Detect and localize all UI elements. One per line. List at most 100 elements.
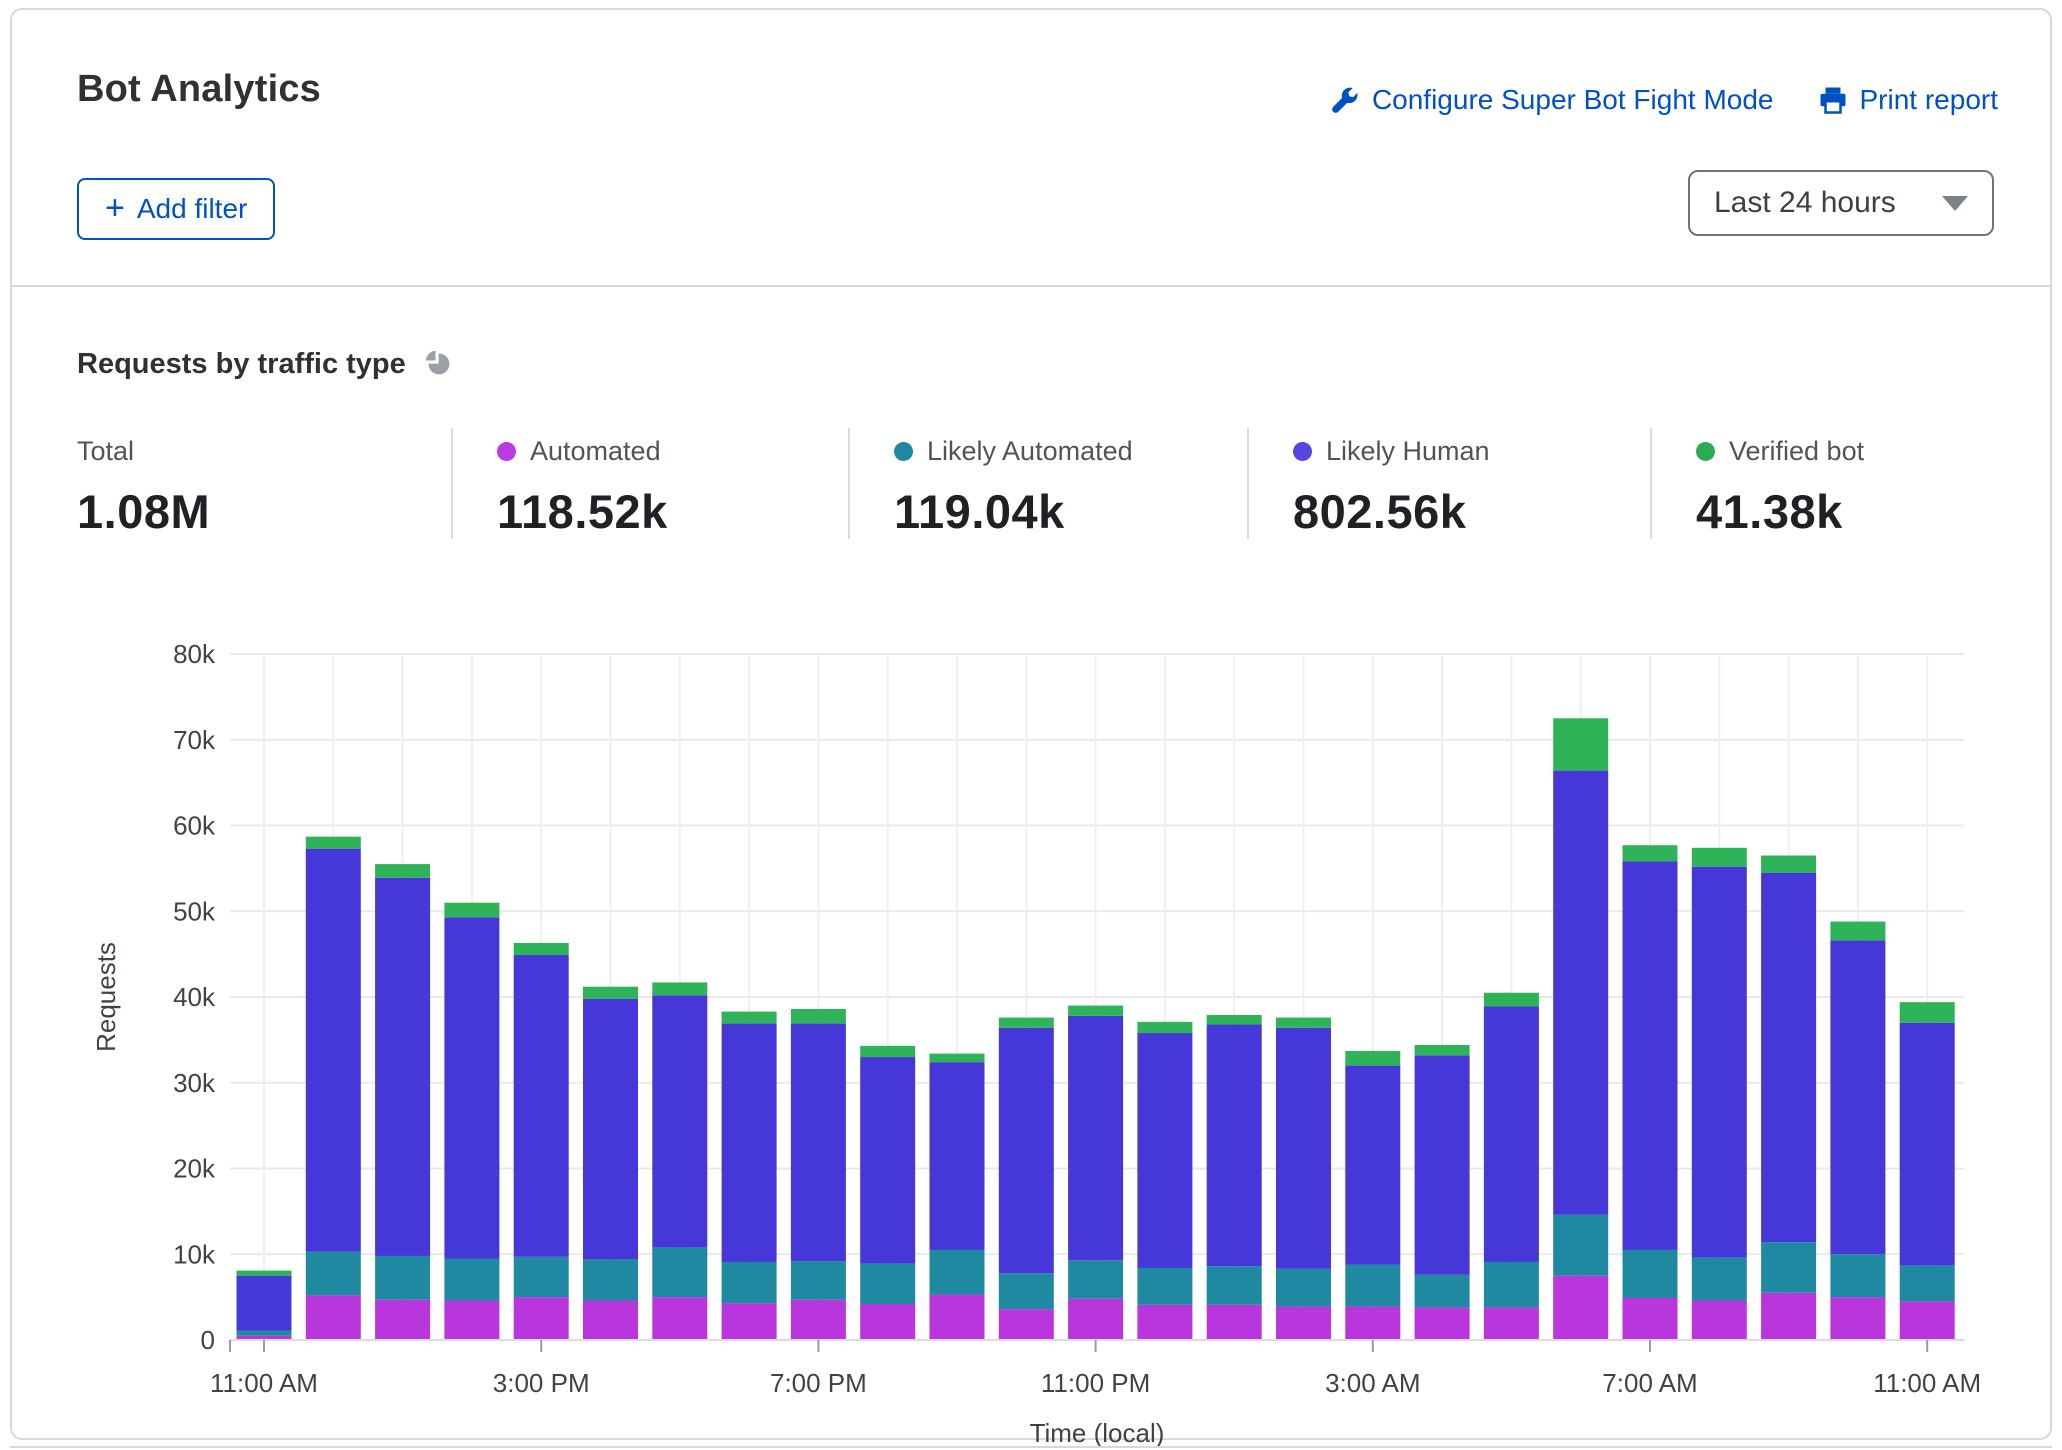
bar-segment xyxy=(860,1046,915,1057)
bar-segment xyxy=(860,1057,915,1264)
y-tick-label: 20k xyxy=(173,1154,216,1184)
traffic-type-stats: Total 1.08M Automated 118.52k Likely Aut… xyxy=(77,428,2004,539)
bar-segment xyxy=(930,1062,985,1250)
stat-likely-automated: Likely Automated 119.04k xyxy=(848,428,1247,539)
bar-segment xyxy=(1345,1307,1400,1340)
requests-by-traffic-type-chart: 010k20k30k40k50k60k70k80k11:00 AM3:00 PM… xyxy=(12,570,2062,1450)
automated-legend-dot xyxy=(497,442,516,461)
time-range-value: Last 24 hours xyxy=(1714,186,1896,220)
bar-segment xyxy=(375,1300,430,1340)
bar-segment xyxy=(1623,1298,1678,1340)
bar-segment xyxy=(930,1295,985,1340)
bar-segment xyxy=(1415,1045,1470,1055)
bar-segment xyxy=(1345,1051,1400,1066)
x-axis-title: Time (local) xyxy=(1030,1418,1165,1448)
bar-segment xyxy=(1068,1299,1123,1340)
x-tick-label: 7:00 AM xyxy=(1602,1368,1697,1398)
bar-segment xyxy=(722,1303,777,1340)
bar-1000pm xyxy=(999,1018,1054,1340)
x-tick-label: 11:00 PM xyxy=(1041,1368,1150,1398)
add-filter-button[interactable]: + Add filter xyxy=(77,178,275,240)
print-link-label: Print report xyxy=(1860,84,1999,116)
bar-segment xyxy=(999,1018,1054,1028)
bar-segment xyxy=(1276,1307,1331,1340)
bar-segment xyxy=(306,1252,361,1296)
stat-value: 802.56k xyxy=(1293,484,1650,539)
configure-super-bot-fight-mode-link[interactable]: Configure Super Bot Fight Mode xyxy=(1330,84,1774,116)
stat-likely-human: Likely Human 802.56k xyxy=(1247,428,1650,539)
x-tick-label: 11:00 AM xyxy=(1873,1368,1981,1398)
bar-segment xyxy=(1692,848,1747,867)
bar-segment xyxy=(237,1271,292,1276)
bar-1100pm xyxy=(1068,1006,1123,1340)
stat-value: 41.38k xyxy=(1696,484,2004,539)
bar-segment xyxy=(514,1297,569,1340)
bar-900am xyxy=(1761,856,1816,1340)
stat-total: Total 1.08M xyxy=(77,428,451,539)
bar-segment xyxy=(375,1256,430,1300)
bar-segment xyxy=(1276,1269,1331,1307)
bar-segment xyxy=(1761,1293,1816,1340)
bar-300pm xyxy=(514,943,569,1340)
bar-segment xyxy=(237,1331,292,1336)
bar-segment xyxy=(1830,1254,1885,1297)
bar-segment xyxy=(1484,1307,1539,1340)
x-tick-label: 11:00 AM xyxy=(210,1368,318,1398)
bar-segment xyxy=(514,955,569,1257)
stat-label: Likely Human xyxy=(1326,436,1490,467)
bar-segment xyxy=(860,1264,915,1304)
bar-segment xyxy=(1207,1305,1262,1340)
time-range-select[interactable]: Last 24 hours xyxy=(1688,170,1994,236)
bar-segment xyxy=(1761,1242,1816,1293)
bar-segment xyxy=(444,917,499,1258)
chevron-down-icon xyxy=(1942,196,1968,211)
bar-segment xyxy=(1553,718,1608,770)
bar-segment xyxy=(444,1301,499,1340)
stat-label: Total xyxy=(77,436,134,467)
bar-segment xyxy=(1415,1307,1470,1340)
bar-segment xyxy=(652,982,707,995)
page-title: Bot Analytics xyxy=(77,68,321,111)
bar-segment xyxy=(1692,1258,1747,1301)
bar-segment xyxy=(444,903,499,918)
bar-800pm xyxy=(860,1046,915,1340)
bar-400am xyxy=(1415,1045,1470,1340)
bar-segment xyxy=(1761,873,1816,1243)
plus-icon: + xyxy=(105,191,125,225)
bar-segment xyxy=(514,1257,569,1297)
bar-segment xyxy=(1484,1262,1539,1307)
stat-verified-bot: Verified bot 41.38k xyxy=(1650,428,2004,539)
analytics-panel: Bot Analytics Configure Super Bot Fight … xyxy=(10,8,2052,1440)
bar-segment xyxy=(1068,1016,1123,1260)
bar-segment xyxy=(514,943,569,955)
stat-value: 1.08M xyxy=(77,484,451,539)
bar-segment xyxy=(1415,1055,1470,1275)
bar-segment xyxy=(1692,867,1747,1258)
bar-segment xyxy=(1900,1002,1955,1023)
add-filter-label: Add filter xyxy=(137,193,248,225)
bar-700am xyxy=(1623,845,1678,1340)
bar-segment xyxy=(999,1309,1054,1340)
stat-label: Likely Automated xyxy=(927,436,1133,467)
bar-600pm xyxy=(722,1012,777,1340)
bar-segment xyxy=(722,1012,777,1024)
bar-segment xyxy=(1068,1260,1123,1299)
bar-segment xyxy=(1484,1006,1539,1262)
verified-bot-legend-dot xyxy=(1696,442,1715,461)
bar-segment xyxy=(1207,1024,1262,1266)
bar-segment xyxy=(1137,1033,1192,1268)
bar-segment xyxy=(999,1273,1054,1309)
bar-segment xyxy=(1415,1275,1470,1308)
print-report-link[interactable]: Print report xyxy=(1818,84,1999,116)
configure-link-label: Configure Super Bot Fight Mode xyxy=(1372,84,1774,116)
y-tick-label: 60k xyxy=(173,811,216,841)
bar-segment xyxy=(1345,1265,1400,1307)
bar-segment xyxy=(791,1261,846,1300)
bar-segment xyxy=(1207,1266,1262,1305)
bar-segment xyxy=(722,1024,777,1262)
bar-segment xyxy=(1553,771,1608,1215)
bar-segment xyxy=(1900,1265,1955,1301)
bar-segment xyxy=(306,1295,361,1340)
bar-100pm xyxy=(375,864,430,1340)
bar-1000am xyxy=(1830,922,1885,1340)
